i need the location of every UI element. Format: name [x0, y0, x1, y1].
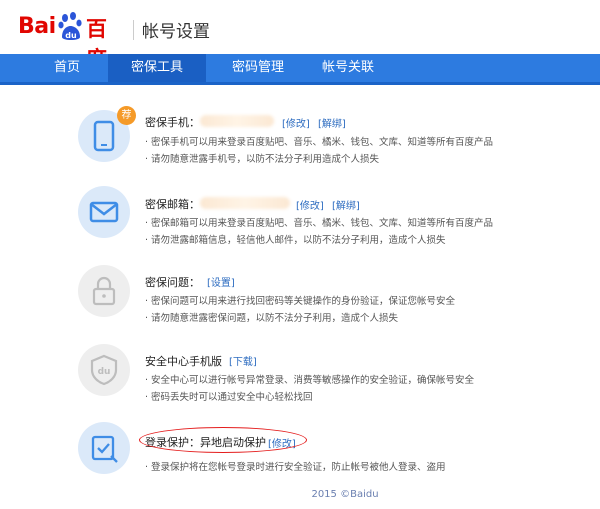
email-unbind-link[interactable]: [解绑]	[332, 197, 360, 212]
email-circle	[78, 186, 130, 238]
question-desc-2: · 请勿随意泄露密保问题，以防不法分子利用，造成个人损失	[145, 313, 399, 324]
phone-desc-2: · 请勿随意泄露手机号，以防不法分子利用造成个人损失	[145, 154, 380, 165]
baidu-paw-icon: du	[58, 12, 82, 40]
phone-unbind-link[interactable]: [解绑]	[318, 115, 346, 130]
login-check-icon	[91, 435, 118, 463]
email-masked	[200, 197, 290, 209]
nav-account-link[interactable]: 帐号关联	[312, 54, 384, 82]
page-title: 帐号设置	[142, 22, 210, 42]
mobile-app-title: 安全中心手机版	[145, 355, 222, 368]
mail-icon	[89, 201, 119, 223]
mobile-app-desc-1: · 安全中心可以进行帐号异常登录、消费等敏感操作的安全验证，确保帐号安全	[145, 375, 475, 386]
question-title: 密保问题：	[145, 276, 200, 289]
email-desc-1: · 密保邮箱可以用来登录百度贴吧、音乐、橘米、钱包、文库、知道等所有百度产品	[145, 218, 494, 229]
question-setup-link[interactable]: [设置]	[207, 274, 235, 289]
nav-home[interactable]: 首页	[44, 54, 90, 82]
email-title: 密保邮箱：	[145, 198, 200, 211]
shield-du-icon: du	[90, 354, 118, 386]
logo-paw-text: du	[65, 31, 77, 40]
question-circle	[78, 265, 130, 317]
phone-edit-link[interactable]: [修改]	[282, 115, 310, 130]
nav-password-manage[interactable]: 密码管理	[222, 54, 294, 82]
phone-desc-1: · 密保手机可以用来登录百度贴吧、音乐、橘米、钱包、文库、知道等所有百度产品	[145, 137, 494, 148]
lock-question-icon	[92, 276, 116, 306]
header: Bai du 百度 帐号设置	[0, 0, 600, 71]
baidu-logo[interactable]: Bai du 百度	[18, 12, 126, 71]
nav-security-tools[interactable]: 密保工具	[108, 54, 206, 82]
highlight-oval	[139, 427, 307, 453]
footer-copyright: 2015 ©Baidu	[311, 489, 379, 500]
recommend-badge: 荐	[117, 106, 136, 125]
header-divider	[133, 20, 134, 40]
login-protect-desc-1: · 登录保护将在您帐号登录时进行安全验证，防止帐号被他人登录、盗用	[145, 462, 446, 473]
login-protect-circle	[78, 422, 130, 474]
mobile-app-download-link[interactable]: [下载]	[229, 353, 257, 368]
svg-text:du: du	[98, 367, 111, 377]
phone-number-masked	[200, 115, 274, 127]
email-desc-2: · 请勿泄露邮箱信息，轻信他人邮件，以防不法分子利用，造成个人损失	[145, 235, 446, 246]
logo-text-bai: Bai	[18, 14, 56, 39]
email-edit-link[interactable]: [修改]	[296, 197, 324, 212]
question-desc-1: · 密保问题可以用来进行找回密码等关键操作的身份验证，保证您帐号安全	[145, 296, 456, 307]
mobile-app-circle: du	[78, 344, 130, 396]
phone-title: 密保手机：	[145, 116, 200, 129]
main-nav: 首页 密保工具 密码管理 帐号关联	[0, 54, 600, 85]
mobile-app-desc-2: · 密码丢失时可以通过安全中心轻松找回	[145, 392, 313, 403]
